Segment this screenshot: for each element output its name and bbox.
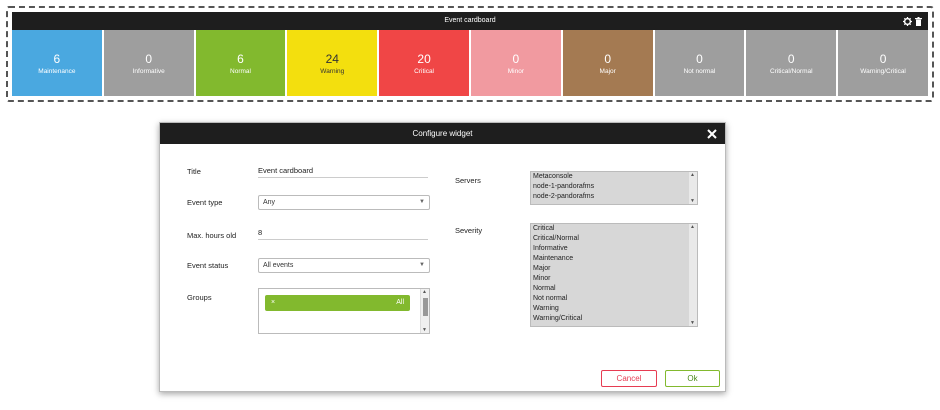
ok-button[interactable]: Ok — [665, 370, 720, 387]
close-icon[interactable] — [706, 127, 718, 139]
trash-icon[interactable] — [915, 16, 922, 26]
tile-label: Critical — [414, 67, 435, 75]
event-status-value: All events — [263, 262, 294, 269]
server-option[interactable]: node-1-pandorafms — [531, 182, 697, 192]
severity-option[interactable]: Warning — [531, 304, 697, 314]
event-type-label: Event type — [187, 198, 223, 207]
title-input[interactable]: Event cardboard — [258, 164, 428, 178]
tile-not-normal[interactable]: 0 Not normal — [654, 30, 745, 96]
severity-tiles: 6 Maintenance 0 Informative 6 Normal 24 … — [12, 30, 928, 96]
tile-warning-critical[interactable]: 0 Warning/Critical — [838, 30, 928, 96]
scroll-up-icon[interactable]: ▲ — [422, 289, 427, 295]
tile-label: Warning/Critical — [860, 67, 906, 75]
tile-label: Normal — [230, 67, 251, 75]
severity-option[interactable]: Minor — [531, 274, 697, 284]
dialog-header: Configure widget — [160, 123, 725, 144]
cancel-button[interactable]: Cancel — [601, 370, 657, 387]
servers-listbox[interactable]: Metaconsole node-1-pandorafms node-2-pan… — [530, 171, 698, 205]
severity-listbox[interactable]: Critical Critical/Normal Informative Mai… — [530, 223, 698, 327]
tile-label: Maintenance — [38, 67, 76, 75]
tile-label: Warning — [320, 67, 345, 75]
tile-count: 0 — [145, 51, 153, 66]
event-status-select[interactable]: All events ▼ — [258, 258, 430, 273]
chevron-down-icon: ▼ — [419, 262, 425, 268]
tile-major[interactable]: 0 Major — [562, 30, 653, 96]
severity-option[interactable]: Major — [531, 264, 697, 274]
servers-scrollbar[interactable]: ▲ ▼ — [689, 172, 697, 204]
tile-count: 0 — [879, 51, 887, 66]
tile-count: 0 — [604, 51, 612, 66]
gear-icon[interactable] — [903, 16, 912, 26]
tile-count: 6 — [53, 51, 61, 66]
event-type-value: Any — [263, 199, 276, 206]
scroll-down-icon[interactable]: ▼ — [422, 327, 427, 333]
tile-critical-normal[interactable]: 0 Critical/Normal — [746, 30, 837, 96]
severity-option[interactable]: Warning/Critical — [531, 314, 697, 324]
severity-label: Severity — [455, 226, 483, 235]
event-status-label: Event status — [187, 261, 229, 270]
scroll-down-icon[interactable]: ▼ — [690, 198, 695, 204]
scroll-up-icon[interactable]: ▲ — [690, 224, 695, 230]
tile-normal[interactable]: 6 Normal — [195, 30, 286, 96]
severity-option[interactable]: Critical/Normal — [531, 234, 697, 244]
tile-count: 6 — [237, 51, 244, 66]
tile-minor[interactable]: 0 Minor — [470, 30, 561, 96]
tile-label: Minor — [507, 67, 525, 75]
max-hours-label: Max. hours old — [187, 231, 237, 240]
tile-count: 0 — [787, 51, 795, 66]
tile-count: 0 — [512, 51, 520, 66]
tile-informative[interactable]: 0 Informative — [103, 30, 194, 96]
scroll-down-icon[interactable]: ▼ — [690, 320, 695, 326]
event-type-select[interactable]: Any ▼ — [258, 195, 430, 210]
tile-label: Critical/Normal — [769, 67, 813, 75]
severity-option[interactable]: Normal — [531, 284, 697, 294]
severity-scrollbar[interactable]: ▲ ▼ — [689, 224, 697, 326]
cardboard-tools — [903, 12, 922, 30]
groups-scrollbar[interactable]: ▲ ▼ — [420, 289, 429, 333]
cardboard-title: Event cardboard — [444, 17, 496, 24]
severity-option[interactable]: Informative — [531, 244, 697, 254]
group-tag-label: All — [396, 299, 404, 306]
tile-maintenance[interactable]: 6 Maintenance — [12, 30, 102, 96]
remove-icon[interactable]: × — [271, 295, 275, 311]
severity-option[interactable]: Not normal — [531, 294, 697, 304]
group-tag-all[interactable]: × All — [265, 295, 410, 311]
tile-count: 0 — [696, 51, 703, 66]
groups-multiselect[interactable]: × All ▲ ▼ — [258, 288, 430, 334]
server-option[interactable]: Metaconsole — [531, 172, 697, 182]
tile-label: Not normal — [683, 67, 716, 75]
server-option[interactable]: node-2-pandorafms — [531, 192, 697, 202]
severity-option[interactable]: Critical — [531, 224, 697, 234]
tile-warning[interactable]: 24 Warning — [287, 30, 378, 96]
scroll-thumb[interactable] — [423, 298, 428, 316]
max-hours-input[interactable]: 8 — [258, 226, 428, 240]
servers-label: Servers — [455, 176, 481, 185]
cardboard-header: Event cardboard — [12, 12, 928, 30]
chevron-down-icon: ▼ — [419, 199, 425, 205]
tile-label: Major — [599, 67, 616, 75]
tile-label: Informative — [132, 67, 165, 75]
tile-count: 20 — [417, 51, 431, 66]
dialog-title: Configure widget — [412, 129, 473, 138]
groups-label: Groups — [187, 293, 212, 302]
event-cardboard-widget: Event cardboard 6 Maintenance 0 Informat… — [6, 6, 934, 102]
title-label: Title — [187, 167, 201, 176]
scroll-up-icon[interactable]: ▲ — [690, 172, 695, 178]
tile-count: 24 — [325, 51, 339, 66]
severity-option[interactable]: Maintenance — [531, 254, 697, 264]
tile-critical[interactable]: 20 Critical — [379, 30, 469, 96]
